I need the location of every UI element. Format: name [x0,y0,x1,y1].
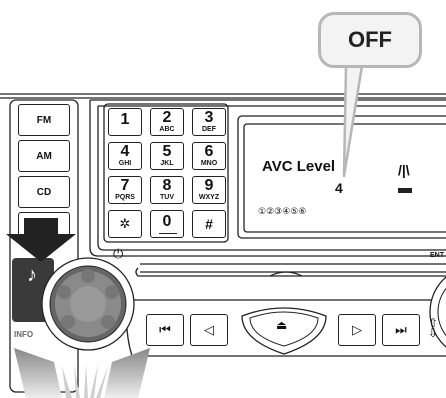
eject-button[interactable] [0,0,446,398]
up-down-icon: ⇧ ⇩ [428,316,439,340]
next-track-button[interactable]: ⏭ [382,314,420,346]
seek-forward-button[interactable]: ▷ [338,314,376,346]
eject-icon: ⏏ [276,318,288,332]
next-track-icon: ⏭ [395,322,407,337]
seek-forward-icon: ▷ [352,322,362,337]
